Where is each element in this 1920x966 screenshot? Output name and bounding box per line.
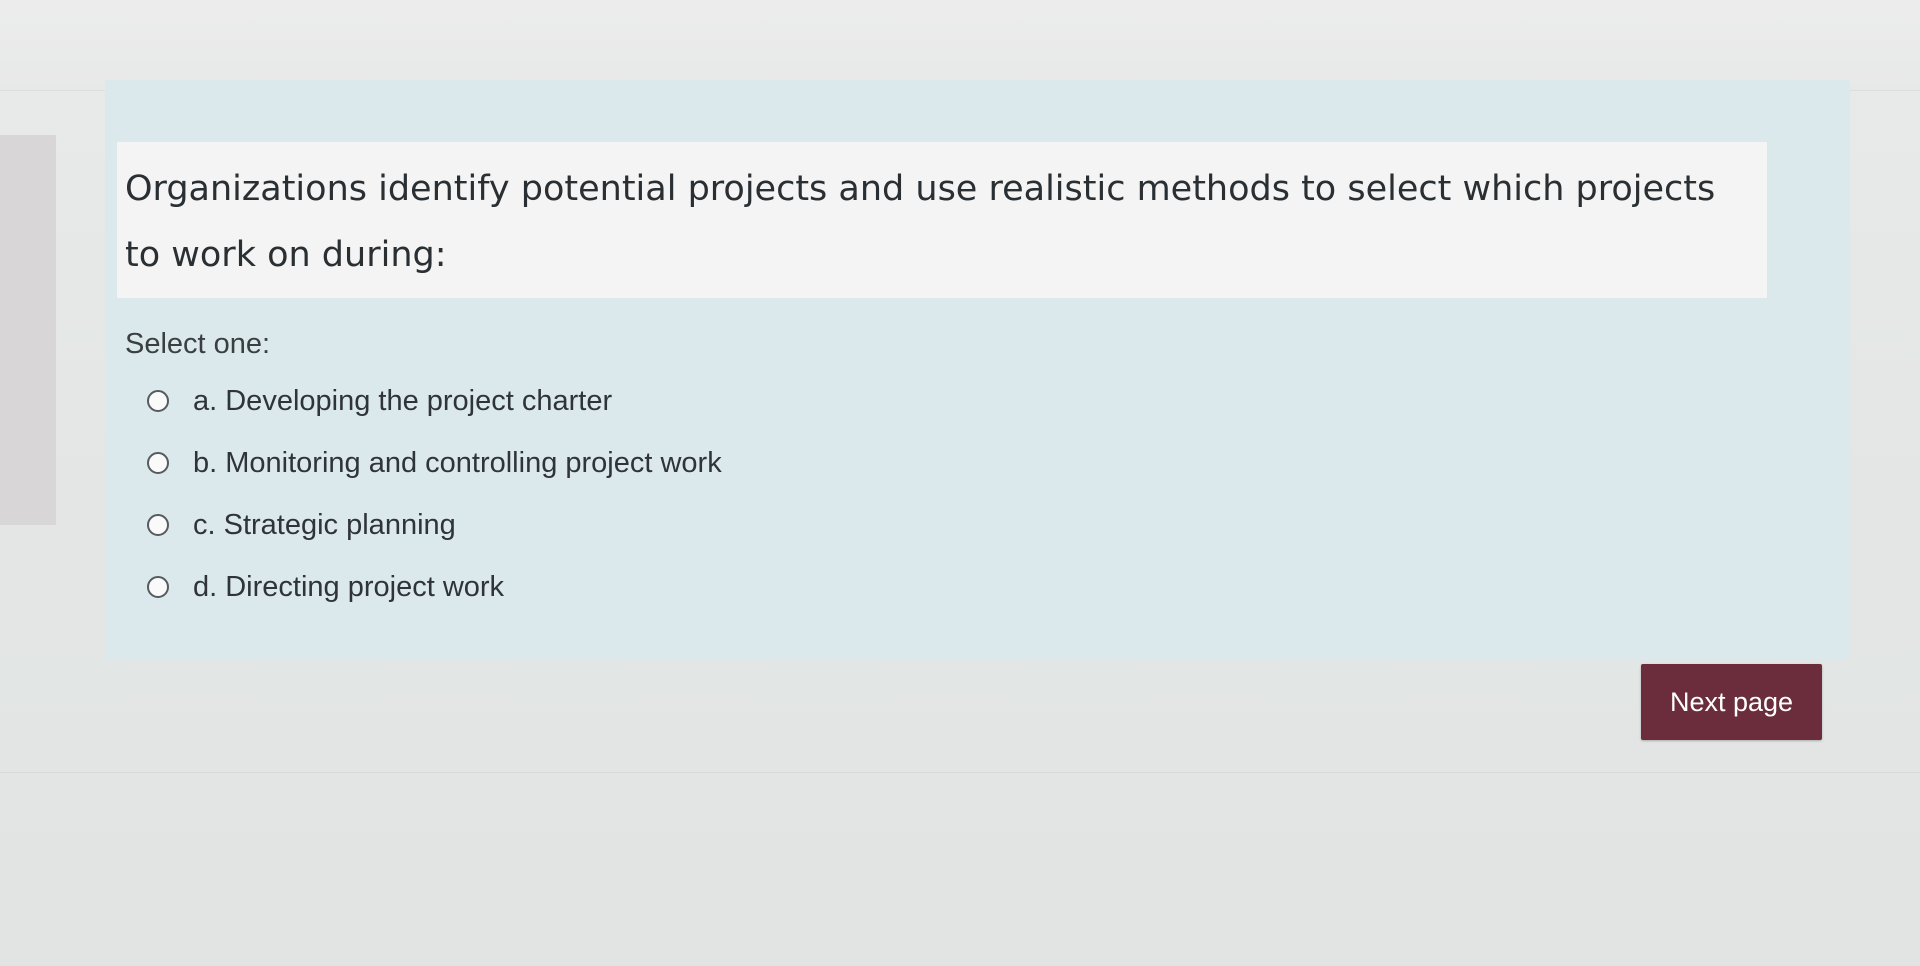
answer-option-d[interactable]: d. Directing project work <box>147 556 722 618</box>
question-text-box: Organizations identify potential project… <box>117 142 1767 298</box>
answer-option-c[interactable]: c. Strategic planning <box>147 494 722 556</box>
answer-label-d: d. Directing project work <box>193 570 505 603</box>
answer-option-a[interactable]: a. Developing the project charter <box>147 370 722 432</box>
footer-divider <box>0 772 1920 773</box>
answer-label-a: a. Developing the project charter <box>193 384 613 417</box>
answer-label-b: b. Monitoring and controlling project wo… <box>193 446 722 479</box>
left-sidebar-edge <box>0 135 56 525</box>
radio-button-a[interactable] <box>147 390 169 412</box>
radio-button-b[interactable] <box>147 452 169 474</box>
answer-label-c: c. Strategic planning <box>193 508 456 541</box>
answer-list: a. Developing the project charter b. Mon… <box>147 370 722 618</box>
question-box: Organizations identify potential project… <box>105 80 1850 660</box>
answer-option-b[interactable]: b. Monitoring and controlling project wo… <box>147 432 722 494</box>
next-page-button[interactable]: Next page <box>1641 664 1822 740</box>
radio-button-d[interactable] <box>147 576 169 598</box>
question-text: Organizations identify potential project… <box>125 169 1716 275</box>
select-one-prompt: Select one: <box>125 328 271 360</box>
top-strip <box>0 0 1920 91</box>
radio-button-c[interactable] <box>147 514 169 536</box>
